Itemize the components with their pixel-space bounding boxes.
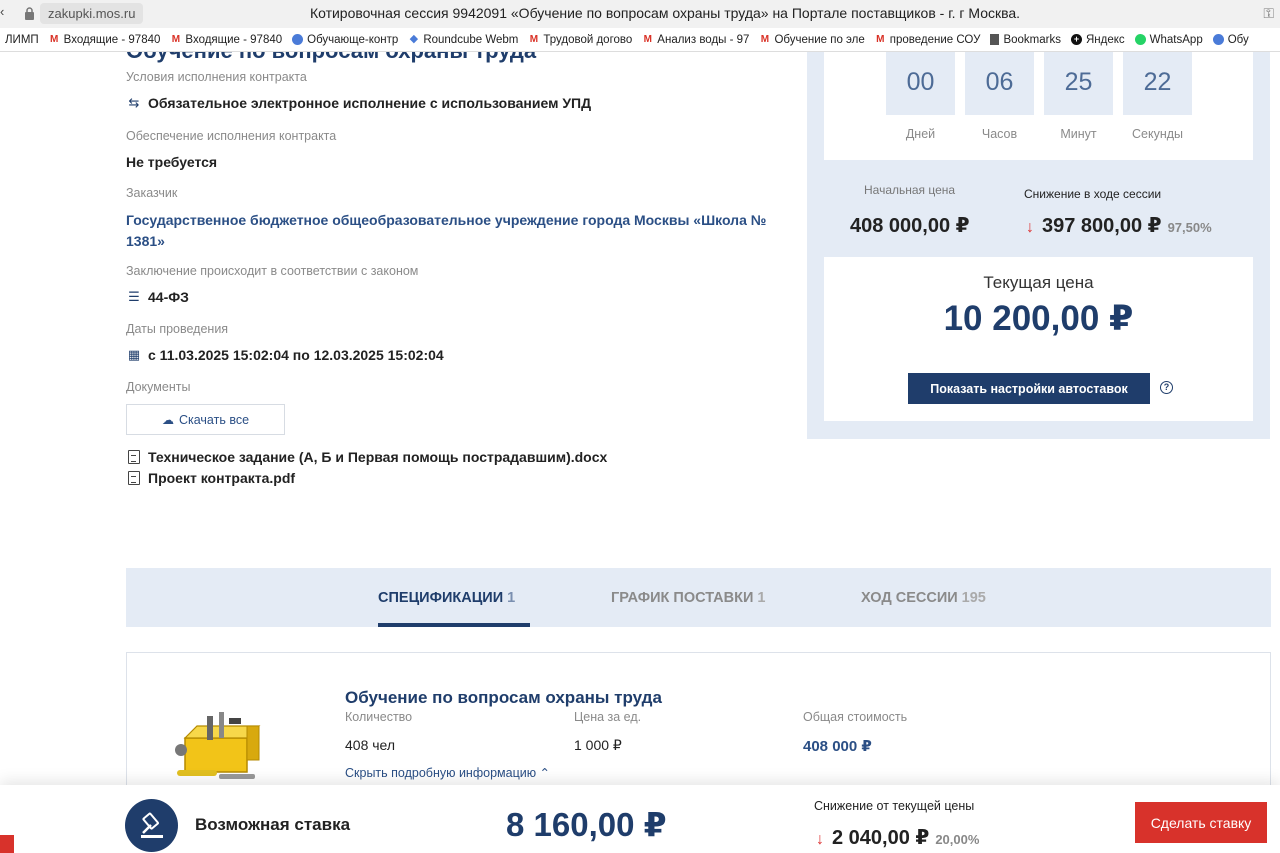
bookmark-item[interactable]: Обучающе-контр — [287, 34, 403, 46]
security-label: Обеспечение исполнения контракта — [126, 129, 337, 143]
countdown-timer: 00 06 25 22 Дней Часов Минут Секунды — [824, 52, 1253, 160]
place-bid-button[interactable]: Сделать ставку — [1135, 802, 1267, 843]
bookmark-item[interactable]: M Трудовой догово — [523, 34, 637, 46]
side-widget-tab[interactable] — [0, 835, 14, 853]
document-icon — [128, 471, 140, 485]
unit-price-label: Цена за ед. — [574, 710, 642, 724]
download-all-button[interactable]: ☁ Скачать все — [126, 404, 285, 435]
session-decrease-percent: 97,50% — [1167, 220, 1212, 235]
bookmark-item[interactable]: M Анализ воды - 97 — [637, 34, 754, 46]
calendar-icon: ▦ — [127, 347, 141, 362]
possible-bid-label: Возможная ставка — [195, 815, 351, 834]
timer-days-label: Дней — [905, 127, 936, 141]
timer-seconds: 22 — [1123, 52, 1192, 115]
quantity-label: Количество — [345, 710, 413, 724]
globe-icon — [1212, 34, 1224, 45]
bookmark-item[interactable]: M Входящие - 97840 — [165, 34, 287, 46]
bookmark-item[interactable]: Обу — [1208, 34, 1254, 46]
bid-bar: Возможная ставка 8 160,00 ₽ Снижение от … — [0, 785, 1280, 853]
document-link[interactable]: Проект контракта.pdf — [128, 470, 295, 486]
law-label: Заключение происходит в соответствии с з… — [126, 264, 419, 278]
gmail-icon: M — [760, 34, 770, 45]
session-decrease-value: 397 800,00 ₽ — [1042, 215, 1162, 237]
law-value: ☰ 44-ФЗ — [126, 289, 189, 305]
whatsapp-icon — [1134, 34, 1146, 45]
security-value: Не требуется — [126, 154, 218, 170]
dates-label: Даты проведения — [126, 322, 229, 336]
arrow-down-icon: ↓ — [816, 831, 824, 848]
active-tab-indicator — [378, 623, 530, 627]
bookmark-item[interactable]: M Обучение по эле — [754, 34, 869, 46]
current-price-value: 10 200,00 ₽ — [943, 299, 1134, 338]
bookmark-item[interactable]: WhatsApp — [1130, 34, 1208, 46]
gmail-icon: M — [643, 34, 652, 45]
page-title: Обучение по вопросам охраны труда — [126, 52, 536, 64]
quantity-value: 408 чел — [345, 737, 396, 753]
timer-hours: 06 — [965, 52, 1034, 115]
bookmark-item[interactable]: + Яндекс — [1066, 34, 1130, 46]
initial-price-label: Начальная цена — [864, 183, 956, 197]
bookmark-item[interactable]: Bookmarks — [985, 34, 1066, 46]
tab-delivery-schedule[interactable]: ГРАФИК ПОСТАВКИ 1 — [611, 590, 765, 606]
document-icon — [128, 450, 140, 464]
bookmarks-bar: ЛИМП M Входящие - 97840 M Входящие - 97840… — [0, 28, 1280, 52]
timer-days: 00 — [886, 52, 955, 115]
bookmark-icon — [990, 34, 1000, 45]
tab-session-progress[interactable]: ХОД СЕССИИ 195 — [861, 590, 986, 606]
current-price-card: Текущая цена 10 200,00 ₽ Показать настро… — [824, 257, 1253, 421]
bookmark-item[interactable]: Mпроведение СОУ — [870, 34, 986, 46]
gmail-icon: M — [50, 34, 59, 45]
bookmark-item[interactable]: ЛИМП — [0, 34, 44, 46]
toolbox-image — [175, 712, 261, 779]
help-icon[interactable]: ? — [1160, 381, 1173, 394]
list-doc-icon: ☰ — [128, 289, 140, 304]
dates-value: ▦ с 11.03.2025 15:02:04 по 12.03.2025 15… — [127, 347, 444, 363]
timer-hours-label: Часов — [981, 127, 1018, 141]
gmail-icon: M — [529, 34, 539, 45]
exchange-doc-icon: ⇆ — [128, 95, 140, 110]
timer-seconds-label: Секунды — [1131, 127, 1184, 141]
gmail-icon: M — [876, 34, 885, 45]
bookmark-item[interactable]: M Входящие - 97840 — [44, 34, 166, 46]
spec-title: Обучение по вопросам охраны труда — [345, 688, 662, 707]
tabs-bar: СПЕЦИФИКАЦИИ 1 ГРАФИК ПОСТАВКИ 1 ХОД СЕССИ… — [126, 568, 1271, 627]
initial-price-value: 408 000,00 ₽ — [850, 215, 970, 237]
bid-decrease-value: 2 040,00 ₽ — [832, 827, 930, 849]
timer-minutes-label: Минут — [1060, 127, 1097, 141]
yandex-icon: + — [1070, 34, 1082, 45]
page-content: Обучение по вопросам охраны труда Услови… — [0, 52, 1280, 853]
documents-label: Документы — [126, 380, 191, 394]
document-link[interactable]: Техническое задание (А, Б и Первая помощ… — [128, 449, 607, 465]
show-autobid-settings-button[interactable]: Показать настройки автоставок — [908, 373, 1150, 404]
bid-decrease-label: Снижение от текущей цены — [814, 799, 975, 813]
arrow-down-icon: ↓ — [1026, 219, 1034, 236]
session-decrease: ↓ 397 800,00 ₽ 97,50% — [1026, 213, 1212, 238]
tab-specifications[interactable]: СПЕЦИФИКАЦИИ 1 — [378, 590, 515, 606]
possible-bid-value: 8 160,00 ₽ — [506, 806, 667, 843]
timer-minutes: 25 — [1044, 52, 1113, 115]
session-panel: 00 06 25 22 Дней Часов Минут Секунды Нач… — [807, 52, 1270, 439]
unit-price-value: 1 000 ₽ — [574, 737, 622, 753]
bookmark-item[interactable]: ◆ Roundcube Webm — [403, 34, 523, 46]
bid-decrease-percent: 20,00% — [935, 832, 980, 847]
current-price-label: Текущая цена — [983, 273, 1094, 292]
bid-decrease: ↓ 2 040,00 ₽ 20,00% — [816, 825, 979, 850]
gavel-glyph — [140, 812, 163, 838]
customer-label: Заказчик — [126, 186, 178, 200]
globe-icon — [292, 34, 304, 45]
window-title: Котировочная сессия 9942091 «Обучение по… — [309, 5, 1021, 21]
total-cost-value: 408 000 ₽ — [803, 738, 872, 755]
browser-titlebar: ‹ zakupki.mos.ru Котировочная сессия 994… — [0, 0, 1280, 28]
gavel-icon — [125, 799, 178, 852]
session-decrease-label: Снижение в ходе сессии — [1024, 187, 1162, 201]
customer-link[interactable]: Государственное бюджетное общеобразовате… — [126, 210, 776, 252]
cloud-download-icon: ☁ — [161, 412, 174, 427]
hide-details-link[interactable]: Скрыть подробную информацию ⌃ — [345, 765, 550, 780]
total-cost-label: Общая стоимость — [803, 710, 908, 724]
gmail-icon: M — [171, 34, 181, 45]
key-icon[interactable]: ⚿ — [1263, 5, 1274, 22]
conditions-label: Условия исполнения контракта — [126, 70, 307, 84]
roundcube-icon: ◆ — [409, 33, 419, 45]
conditions-value: ⇆ Обязательное электронное исполнение с … — [126, 95, 592, 111]
